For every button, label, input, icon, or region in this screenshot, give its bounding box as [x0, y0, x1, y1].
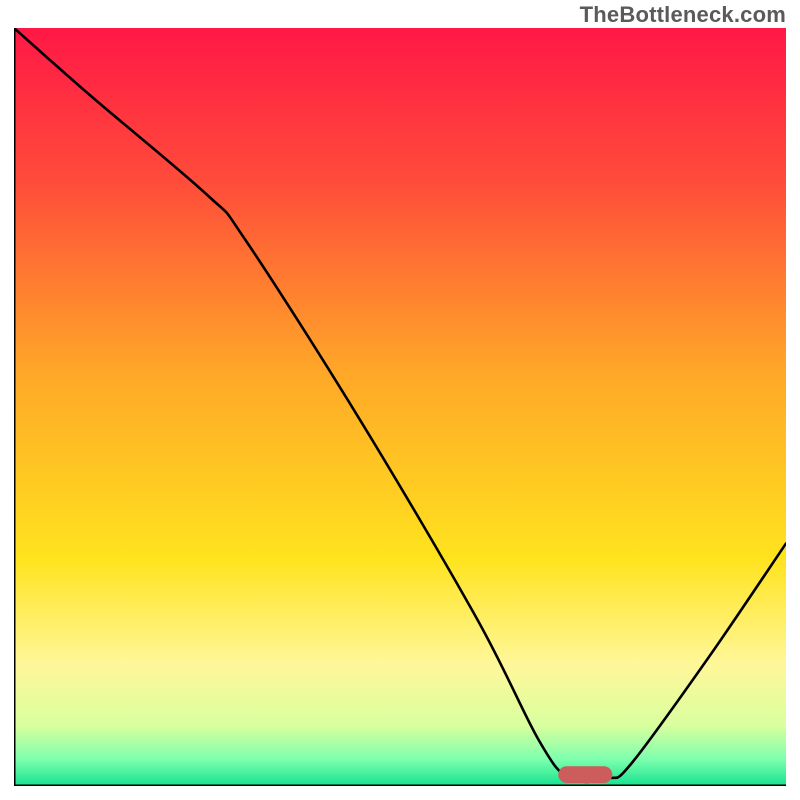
chart-svg	[14, 28, 786, 786]
chart-page: TheBottleneck.com	[0, 0, 800, 800]
watermark-text: TheBottleneck.com	[580, 2, 786, 28]
gradient-background	[14, 28, 786, 786]
plot-area	[14, 28, 786, 786]
optimal-marker	[558, 766, 612, 783]
